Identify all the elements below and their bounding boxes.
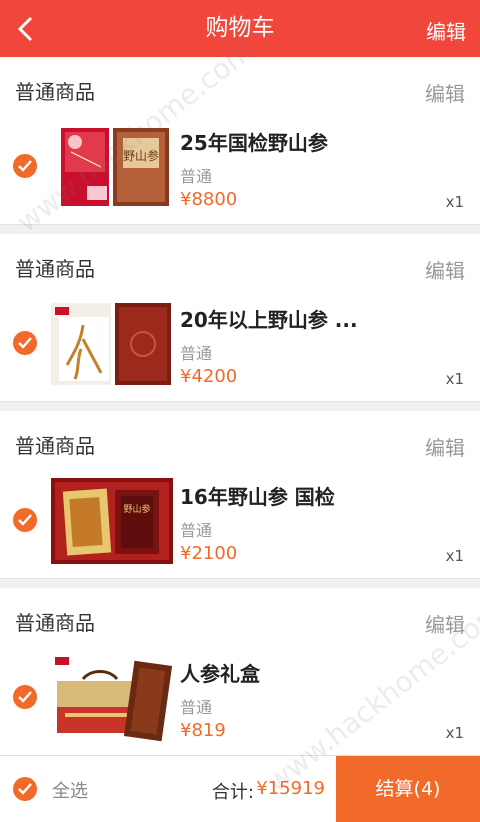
product-quantity: x1 <box>445 370 464 388</box>
select-all-label[interactable]: 全选 <box>52 777 88 803</box>
product-quantity: x1 <box>445 547 464 565</box>
cart-item: 普通商品 编辑 20年以上野山参 ... 普通 ¥4200 x1 <box>0 234 480 402</box>
section-edit-button[interactable]: 编辑 <box>425 432 465 461</box>
item-check-icon[interactable] <box>13 331 37 355</box>
cart-item: 普通商品 编辑 人参礼盒 普通 ¥819 x1 <box>0 588 480 756</box>
item-check-icon[interactable] <box>13 508 37 532</box>
product-price: ¥4200 <box>180 366 238 387</box>
section-edit-button[interactable]: 编辑 <box>425 609 465 638</box>
product-image[interactable] <box>51 653 173 743</box>
top-bar: 购物车 编辑 <box>0 0 480 57</box>
product-name[interactable]: 人参礼盒 <box>180 658 260 687</box>
section-title: 普通商品 <box>15 611 95 635</box>
svg-text:野山参: 野山参 <box>123 503 150 515</box>
product-type: 普通 <box>180 521 213 540</box>
item-check-icon[interactable] <box>13 685 37 709</box>
product-type: 普通 <box>180 167 213 186</box>
product-type: 普通 <box>180 698 213 717</box>
product-image[interactable]: 野山参 <box>51 122 173 212</box>
section-title: 普通商品 <box>15 257 95 281</box>
section-edit-button[interactable]: 编辑 <box>425 255 465 284</box>
section-title: 普通商品 <box>15 80 95 104</box>
product-price: ¥2100 <box>180 543 238 564</box>
total-amount: ¥15919 <box>256 778 325 799</box>
checkout-bar: 全选 合计: ¥15919 结算(4) <box>0 755 480 822</box>
item-check-icon[interactable] <box>13 154 37 178</box>
shopping-cart-screen: 购物车 编辑 普通商品 编辑 野山参 25年国检野山参 普通 ¥8800 x1 … <box>0 0 480 822</box>
svg-text:野山参: 野山参 <box>123 148 159 163</box>
header-edit-button[interactable]: 编辑 <box>426 19 466 45</box>
checkout-button[interactable]: 结算(4) <box>336 756 480 822</box>
product-price: ¥8800 <box>180 189 238 210</box>
section-title: 普通商品 <box>15 434 95 458</box>
cart-item: 普通商品 编辑 野山参 25年国检野山参 普通 ¥8800 x1 <box>0 57 480 225</box>
product-name[interactable]: 20年以上野山参 ... <box>180 304 358 333</box>
section-edit-button[interactable]: 编辑 <box>425 78 465 107</box>
product-quantity: x1 <box>445 193 464 211</box>
product-type: 普通 <box>180 344 213 363</box>
select-all-check-icon[interactable] <box>13 777 37 801</box>
product-name[interactable]: 16年野山参 国检 <box>180 481 335 510</box>
cart-item: 普通商品 编辑 野山参 16年野山参 国检 普通 ¥2100 x1 <box>0 411 480 579</box>
product-image[interactable] <box>51 299 173 389</box>
product-name[interactable]: 25年国检野山参 <box>180 127 328 156</box>
product-price: ¥819 <box>180 720 226 741</box>
page-title: 购物车 <box>205 15 275 41</box>
product-image[interactable]: 野山参 <box>51 476 173 566</box>
total-label: 合计: <box>211 782 254 803</box>
product-quantity: x1 <box>445 724 464 742</box>
